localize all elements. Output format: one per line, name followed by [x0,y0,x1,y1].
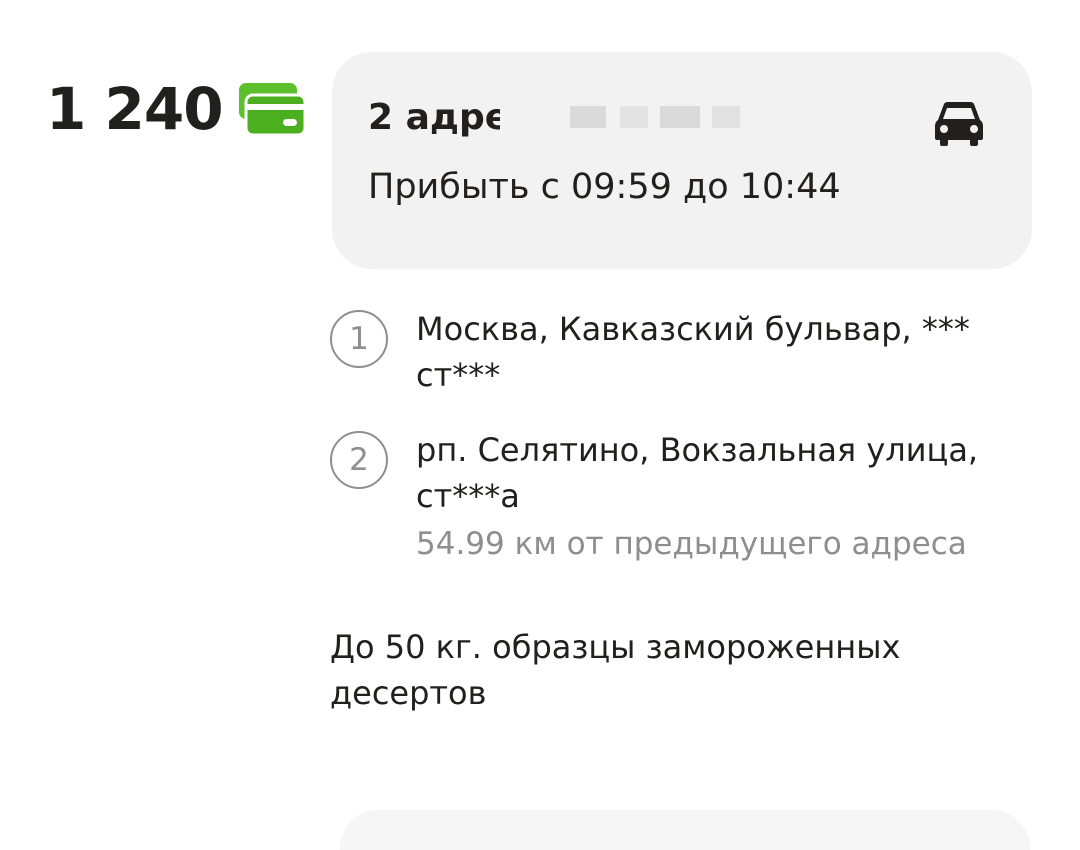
card-icon [238,83,307,137]
next-card-peek [340,810,1030,850]
route-point-1[interactable]: 1 Москва, Кавказский бульвар, *** ст*** [330,306,1030,399]
redacted-area [500,98,770,152]
price-block: 1 240 [46,80,307,138]
route-number-badge: 1 [330,310,388,368]
cargo-description: До 50 кг. образцы замороженных десертов [330,628,901,713]
route-list: 1 Москва, Кавказский бульвар, *** ст*** … [330,306,1030,567]
order-summary-card[interactable]: 2 адреса Прибыть с 09:59 до 10:44 [332,52,1032,269]
route-distance: 54.99 км от предыдущего адреса [416,525,967,562]
car-icon [935,102,983,146]
route-number-badge: 2 [330,430,388,489]
order-price: 1 240 [46,75,224,143]
route-point-2[interactable]: 2 рп. Селятино, Вокзальная улица, ст***а… [330,427,1030,567]
route-address: Москва, Кавказский бульвар, *** ст*** [416,310,970,395]
route-address: рп. Селятино, Вокзальная улица, ст***а [416,430,979,516]
arrival-time-window: Прибыть с 09:59 до 10:44 [368,167,841,207]
